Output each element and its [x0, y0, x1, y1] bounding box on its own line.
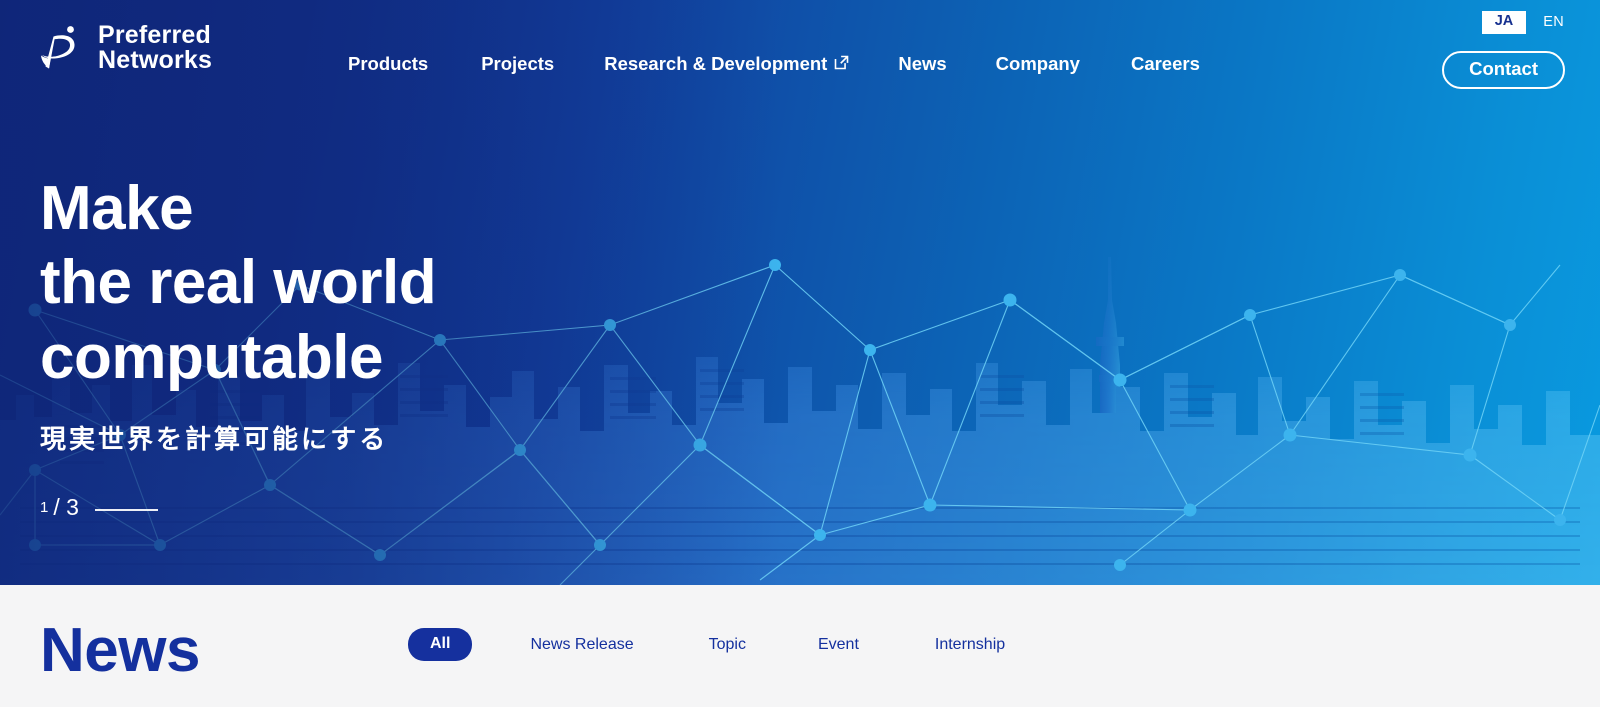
- hero-subheadline-japanese: 現実世界を計算可能にする: [40, 424, 389, 455]
- logo-line-2: Networks: [98, 46, 213, 74]
- main-navigation: Preferred Networks Products Projects Res…: [0, 0, 1600, 110]
- news-filter-topic[interactable]: Topic: [709, 636, 746, 654]
- preferred-networks-logo-icon: [41, 26, 75, 69]
- news-filter-event[interactable]: Event: [818, 636, 859, 654]
- news-section: News All News Release Topic Event Intern…: [0, 585, 1600, 707]
- nav-item-careers[interactable]: Careers: [1131, 53, 1200, 75]
- logo-wordmark: Preferred Networks: [98, 20, 213, 74]
- hero-copy: Make the real world computable 現実世界を計算可能…: [40, 172, 437, 521]
- slide-total-number: / 3: [53, 494, 79, 521]
- nav-links: Products Projects Research & Development…: [348, 53, 1200, 75]
- nav-item-rd-label: Research & Development: [604, 53, 828, 74]
- language-switcher: JA EN: [1481, 11, 1564, 34]
- hero-section: Preferred Networks Products Projects Res…: [0, 0, 1600, 585]
- site-logo[interactable]: Preferred Networks: [38, 22, 212, 74]
- news-filter-tabs: All News Release Topic Event Internship: [408, 628, 1005, 661]
- external-link-icon: [835, 55, 849, 70]
- slide-indicator[interactable]: 1 / 3: [40, 494, 436, 521]
- news-filter-news-release[interactable]: News Release: [530, 636, 633, 654]
- hero-headline: Make the real world computable: [40, 174, 437, 392]
- nav-item-company[interactable]: Company: [996, 53, 1080, 75]
- nav-item-products[interactable]: Products: [348, 53, 428, 75]
- contact-button[interactable]: Contact: [1442, 51, 1565, 89]
- logo-line-1: Preferred: [98, 20, 211, 49]
- nav-item-research-and-development[interactable]: Research & Development: [604, 53, 849, 75]
- news-filter-internship[interactable]: Internship: [935, 636, 1005, 654]
- nav-item-news[interactable]: News: [898, 53, 946, 75]
- news-filter-all[interactable]: All: [408, 628, 473, 661]
- page-root: Preferred Networks Products Projects Res…: [0, 0, 1600, 707]
- slide-current-number: 1: [40, 499, 49, 517]
- slide-progress-bar: [94, 508, 158, 511]
- language-option-en[interactable]: EN: [1543, 14, 1564, 30]
- nav-item-projects[interactable]: Projects: [481, 53, 554, 75]
- news-heading: News: [40, 616, 200, 685]
- language-option-ja[interactable]: JA: [1481, 11, 1527, 34]
